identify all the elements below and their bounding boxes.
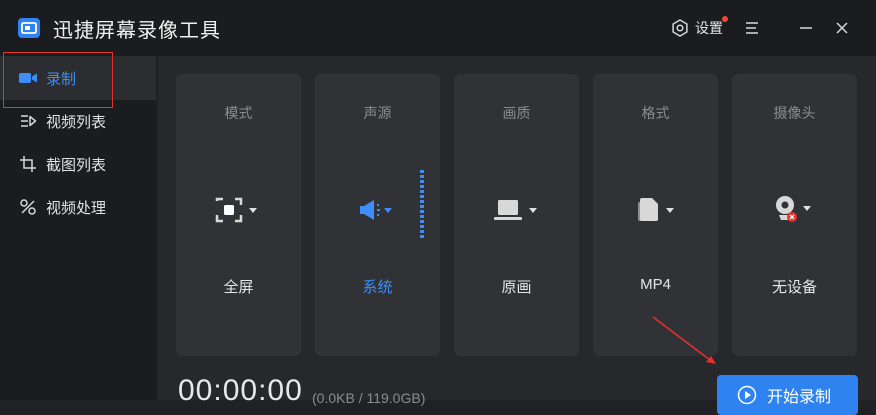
sidebar: 录制 视频列表 截图列表 视频处理 (0, 56, 156, 400)
card-title: 画质 (502, 105, 531, 121)
speaker-icon (359, 200, 392, 220)
camera-card[interactable]: 摄像头 无设备 (732, 74, 857, 356)
monitor-icon (493, 200, 537, 220)
sidebar-item-video-list[interactable]: 视频列表 (0, 99, 156, 143)
card-value: MP4 (640, 276, 671, 293)
storage-info: (0.0KB / 119.0GB) (312, 390, 426, 406)
screenshot-list-icon (18, 154, 38, 174)
fullscreen-icon (215, 197, 257, 223)
card-title: 摄像头 (773, 105, 816, 121)
sidebar-item-label: 视频处理 (46, 199, 107, 217)
sidebar-item-label: 视频列表 (46, 113, 107, 131)
settings-button[interactable]: 设置 (670, 16, 728, 39)
minimize-button[interactable] (795, 17, 817, 39)
close-icon (836, 22, 848, 34)
play-icon (737, 385, 757, 405)
quality-icon-row (454, 192, 579, 228)
card-title: 声源 (363, 105, 392, 121)
format-card[interactable]: 格式 MP4 (593, 74, 718, 356)
card-value: 无设备 (771, 279, 817, 296)
minimize-icon (800, 27, 812, 29)
mode-card[interactable]: 模式 全屏 (176, 74, 301, 356)
card-value: 原画 (501, 279, 532, 296)
menu-button[interactable] (741, 17, 763, 39)
video-camera-icon (18, 68, 38, 88)
file-icon (637, 198, 674, 221)
notification-dot (722, 16, 728, 22)
quality-card[interactable]: 画质 原画 (454, 74, 579, 356)
settings-label: 设置 (695, 20, 723, 36)
chevron-down-icon (665, 208, 674, 213)
chevron-down-icon (802, 206, 811, 211)
sidebar-item-record[interactable]: 录制 (0, 56, 156, 100)
sidebar-item-label: 截图列表 (46, 156, 107, 174)
start-recording-label: 开始录制 (767, 389, 832, 406)
app-title: 迅捷屏幕录像工具 (53, 20, 221, 42)
start-recording-button[interactable]: 开始录制 (717, 375, 858, 415)
sound-source-card[interactable]: 声源 系统 (315, 74, 440, 356)
close-button[interactable] (831, 17, 853, 39)
video-process-icon (18, 197, 38, 217)
mode-icon-row (176, 192, 301, 228)
app-logo-icon (18, 18, 40, 38)
card-value: 全屏 (223, 279, 254, 296)
recording-timer: 00:00:00 (178, 374, 303, 407)
chevron-down-icon (528, 208, 537, 213)
volume-bar[interactable] (420, 170, 426, 240)
title-bar: 迅捷屏幕录像工具 设置 (0, 0, 876, 56)
video-list-icon (18, 111, 38, 131)
camera-icon-row (732, 192, 857, 228)
chevron-down-icon (248, 208, 257, 213)
format-icon-row (593, 192, 718, 228)
card-value: 系统 (362, 279, 393, 296)
webcam-icon (775, 196, 811, 222)
chevron-down-icon (383, 208, 392, 213)
sidebar-item-video-process[interactable]: 视频处理 (0, 185, 156, 229)
sidebar-item-label: 录制 (46, 70, 77, 88)
sidebar-item-screenshot-list[interactable]: 截图列表 (0, 142, 156, 186)
gear-icon (672, 19, 688, 37)
card-title: 格式 (641, 105, 670, 121)
card-title: 模式 (224, 105, 253, 121)
menu-icon (746, 22, 758, 34)
